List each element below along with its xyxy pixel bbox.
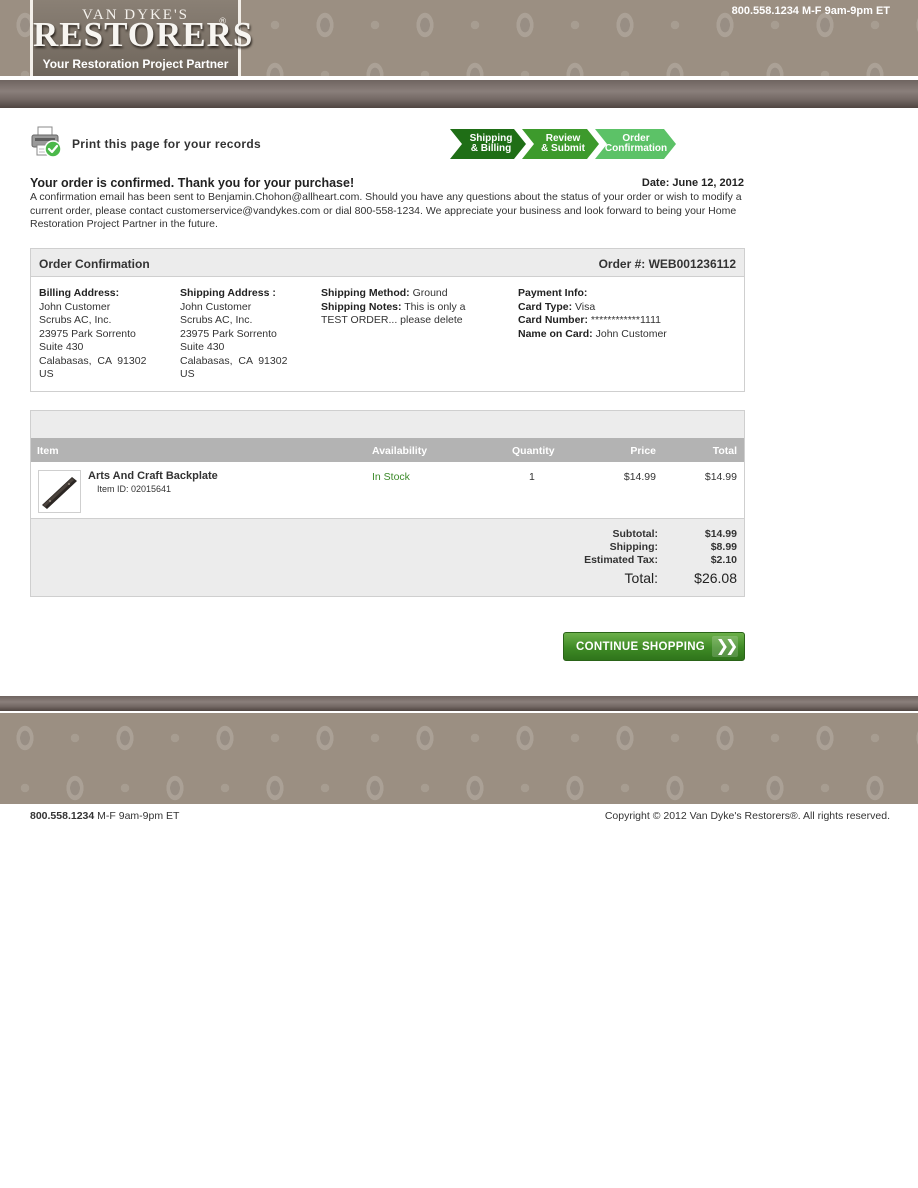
shipping-cost-value: $8.99	[710, 541, 737, 553]
step-review-line2: & Submit	[541, 143, 585, 154]
print-page-link[interactable]: Print this page for your records	[72, 137, 261, 151]
billing-city: Calabasas, CA 91302	[39, 354, 147, 367]
shipping-notes-value: This is only a	[401, 300, 466, 313]
step-order-confirmation: Order Confirmation	[600, 129, 672, 159]
shipping-cost-label: Shipping:	[609, 541, 658, 553]
cart-column-headers: Item Availability Quantity Price Total	[31, 438, 744, 462]
shipping-city: Calabasas, CA 91302	[180, 354, 288, 367]
logo-registered-mark: ®	[219, 16, 226, 26]
shipping-method-info: Shipping Method: Ground Shipping Notes: …	[321, 287, 466, 328]
cart-top-bar	[31, 411, 744, 438]
tax-label: Estimated Tax:	[584, 554, 658, 566]
checkout-steps: Shipping & Billing Review & Submit Order…	[450, 129, 676, 159]
shipping-street: 23975 Park Sorrento	[180, 327, 277, 340]
order-number: Order #: WEB001236112	[598, 257, 736, 271]
confirmation-message: A confirmation email has been sent to Be…	[30, 191, 742, 230]
billing-address-label: Billing Address:	[39, 287, 120, 299]
product-name-link[interactable]: Arts And Craft Backplate	[88, 470, 218, 482]
footer-hours: M-F 9am-9pm ET	[94, 810, 180, 822]
shipping-notes-label: Shipping Notes:	[321, 300, 402, 313]
product-item-id: Item ID: 02015641	[97, 484, 172, 494]
cart-summary: Item Availability Quantity Price Total A…	[30, 410, 745, 597]
column-quantity: Quantity	[512, 445, 555, 457]
card-type-value: Visa	[572, 300, 596, 313]
shipping-company: Scrubs AC, Inc.	[180, 314, 253, 326]
total-value: $26.08	[694, 570, 737, 586]
shipping-name: John Customer	[180, 300, 252, 313]
total-label: Total:	[624, 570, 658, 586]
shipping-address: Shipping Address : John Customer Scrubs …	[180, 287, 287, 382]
step-review-submit: Review & Submit	[528, 129, 598, 159]
site-header: VAN DYKE'S RESTORERS ® Your Restoration …	[0, 0, 918, 76]
order-confirmation-panel: Order Confirmation Order #: WEB001236112…	[30, 248, 745, 392]
order-panel-header: Order Confirmation Order #: WEB001236112	[31, 249, 744, 277]
product-availability: In Stock	[372, 471, 410, 483]
column-total: Total	[712, 445, 737, 457]
step-confirmation-line2: Confirmation	[604, 143, 668, 154]
footer-copyright: Copyright © 2012 Van Dyke's Restorers®. …	[604, 810, 890, 822]
payment-info: Payment Info: Card Type: Visa Card Numbe…	[518, 287, 667, 341]
product-price: $14.99	[623, 471, 656, 483]
billing-suite: Suite 430	[39, 341, 84, 353]
name-on-card-label: Name on Card:	[518, 327, 593, 340]
confirmation-title: Your order is confirmed. Thank you for y…	[30, 176, 355, 190]
card-type-label: Card Type:	[518, 300, 573, 313]
subtotal-label: Subtotal:	[612, 528, 659, 540]
card-number-value: ************1111	[588, 314, 661, 326]
footer-phone: 800.558.1234	[30, 810, 95, 822]
cart-totals: Subtotal: $14.99 Shipping: $8.99 Estimat…	[31, 519, 744, 596]
order-date: Date: June 12, 2012	[641, 177, 744, 189]
column-price: Price	[630, 445, 656, 457]
header-band	[0, 80, 918, 108]
shipping-method-label: Shipping Method:	[321, 287, 410, 299]
billing-country: US	[39, 368, 54, 380]
card-number-label: Card Number:	[518, 314, 589, 326]
product-line-total: $14.99	[704, 471, 737, 483]
billing-name: John Customer	[39, 300, 111, 313]
shipping-suite: Suite 430	[180, 341, 225, 353]
logo-wordmark: RESTORERS	[33, 15, 254, 54]
double-chevron-right-icon: ❯❯	[712, 636, 738, 657]
footer-band	[0, 696, 918, 711]
subtotal-value: $14.99	[704, 528, 737, 540]
billing-company: Scrubs AC, Inc.	[39, 314, 112, 326]
column-item: Item	[37, 445, 59, 457]
shipping-method-value: Ground	[409, 287, 448, 299]
billing-street: 23975 Park Sorrento	[39, 327, 136, 340]
cart-line-item: Arts And Craft Backplate Item ID: 020156…	[31, 462, 744, 519]
continue-shopping-label: CONTINUE SHOPPING	[576, 641, 706, 653]
step-shipping-line2: & Billing	[470, 143, 512, 154]
footer-pattern	[0, 713, 918, 804]
shipping-country: US	[180, 368, 195, 380]
continue-shopping-button[interactable]: CONTINUE SHOPPING ❯❯	[563, 632, 745, 661]
printer-check-icon[interactable]	[30, 126, 62, 158]
product-thumbnail[interactable]	[38, 470, 81, 513]
product-quantity: 1	[529, 471, 535, 483]
name-on-card-value: John Customer	[592, 327, 667, 340]
payment-info-label: Payment Info:	[518, 287, 588, 299]
column-availability: Availability	[372, 445, 428, 457]
order-panel-title: Order Confirmation	[39, 257, 150, 271]
site-logo[interactable]: VAN DYKE'S RESTORERS ® Your Restoration …	[30, 0, 254, 76]
logo-tagline: Your Restoration Project Partner	[42, 57, 229, 71]
shipping-notes-value-line2: TEST ORDER... please delete	[321, 314, 463, 326]
tax-value: $2.10	[710, 554, 737, 566]
header-divider	[0, 76, 918, 78]
billing-address: Billing Address: John Customer Scrubs AC…	[39, 287, 146, 382]
shipping-address-label: Shipping Address :	[180, 287, 276, 299]
header-phone-hours: 800.558.1234 M-F 9am-9pm ET	[731, 5, 890, 17]
footer-phone-hours: 800.558.1234 M-F 9am-9pm ET	[30, 810, 179, 822]
step-shipping-billing: Shipping & Billing	[456, 129, 526, 159]
